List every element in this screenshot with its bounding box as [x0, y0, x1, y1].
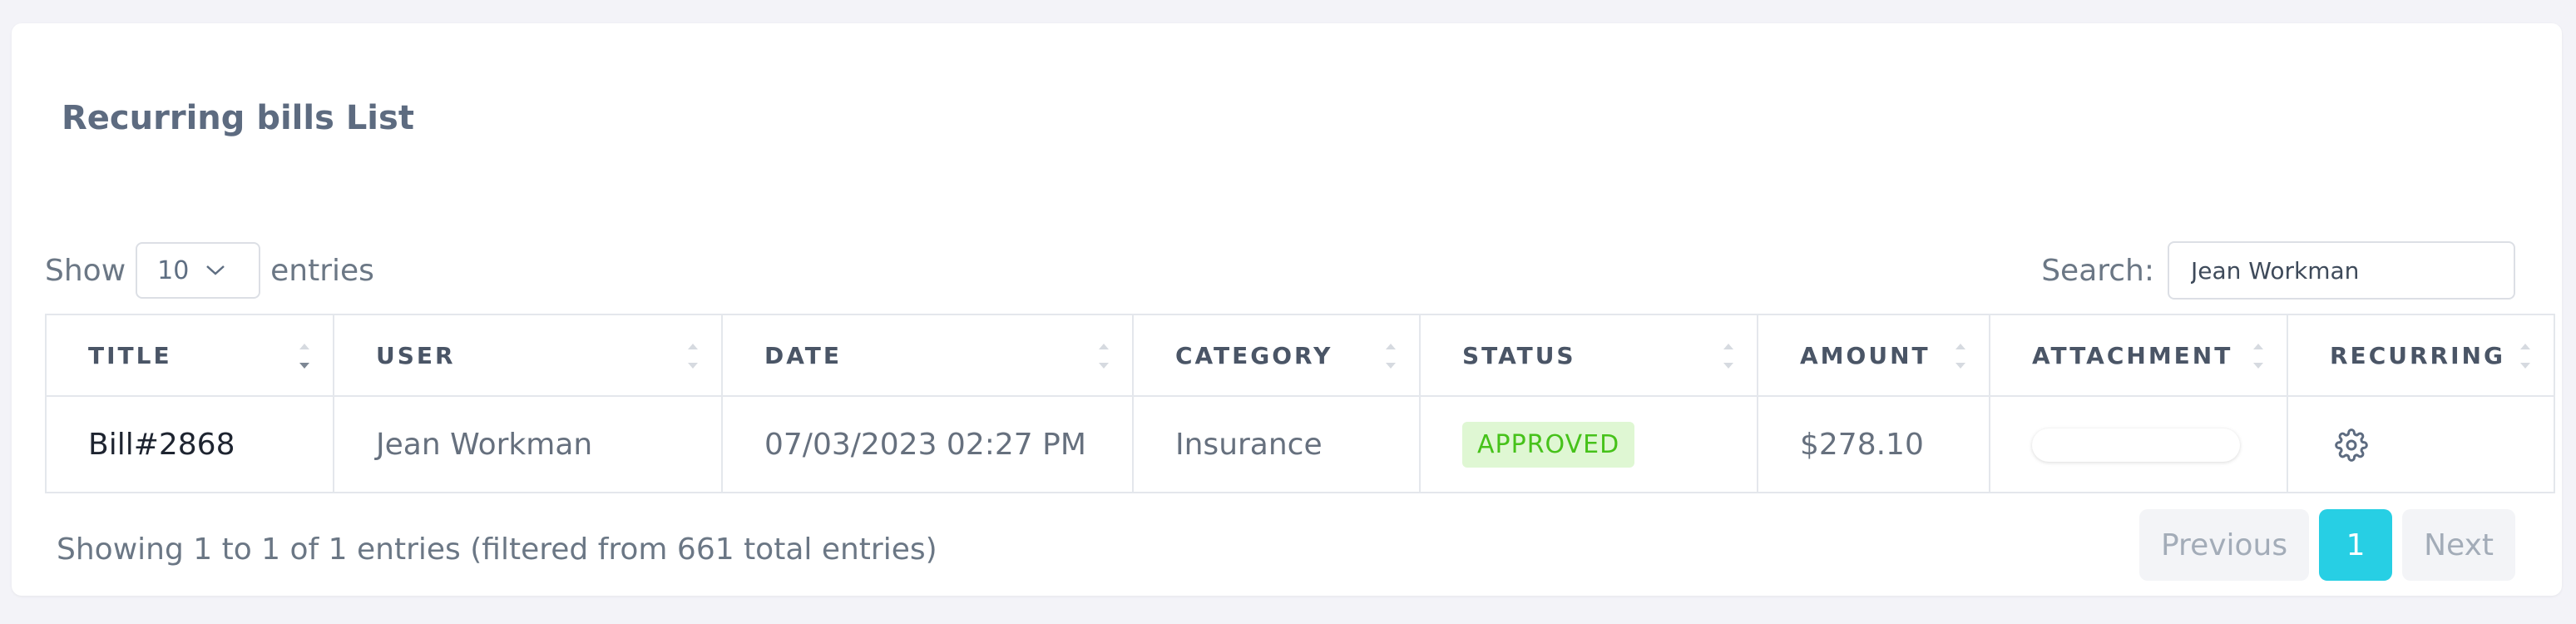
status-badge: APPROVED [1462, 421, 1635, 468]
sort-icon [1955, 344, 1965, 369]
cell-title: Bill#2868 [45, 395, 334, 493]
search-label: Search: [2041, 253, 2154, 288]
column-header-title[interactable]: TITLE [45, 314, 334, 397]
column-header-category[interactable]: CATEGORY [1132, 314, 1421, 397]
column-header-recurring[interactable]: RECURRING [2287, 314, 2555, 397]
entries-label: entries [270, 253, 374, 288]
cell-user: Jean Workman [333, 395, 723, 493]
cell-attachment [1989, 395, 2288, 493]
previous-button[interactable]: Previous [2138, 509, 2310, 581]
sort-icon [1099, 344, 1109, 369]
sort-icon [299, 344, 309, 369]
sort-icon [2520, 344, 2530, 369]
sort-icon [1723, 344, 1733, 369]
attachment-bar[interactable] [2032, 428, 2240, 462]
cell-recurring [2287, 395, 2555, 493]
page-length-control: Show 10 entries [45, 241, 374, 300]
column-header-amount[interactable]: AMOUNT [1757, 314, 1990, 397]
table-header-row: TITLE USER DATE CATEGORY STATUS AMOUNT A… [45, 314, 2555, 397]
column-header-date[interactable]: DATE [721, 314, 1134, 397]
show-label: Show [45, 253, 126, 288]
sort-icon [1386, 344, 1396, 369]
page-length-select[interactable]: 10 [136, 242, 261, 299]
sort-icon [688, 344, 698, 369]
cell-status: APPROVED [1419, 395, 1758, 493]
table-row: Bill#2868 Jean Workman 07/03/2023 02:27 … [45, 395, 2555, 493]
column-header-user[interactable]: USER [333, 314, 723, 397]
search-control: Search: [2041, 241, 2515, 300]
page-title: Recurring bills List [62, 99, 414, 137]
chevron-down-icon [205, 264, 225, 277]
bills-table: TITLE USER DATE CATEGORY STATUS AMOUNT A… [45, 314, 2555, 493]
page-1-button[interactable]: 1 [2319, 509, 2393, 581]
cell-date: 07/03/2023 02:27 PM [721, 395, 1134, 493]
table-info: Showing 1 to 1 of 1 entries (filtered fr… [57, 532, 937, 567]
pagination: Previous 1 Next [2138, 509, 2515, 581]
sort-icon [2253, 344, 2263, 369]
recurring-bills-card: Recurring bills List Show 10 entries Sea… [12, 23, 2562, 596]
cell-category: Insurance [1132, 395, 1421, 493]
column-header-attachment[interactable]: ATTACHMENT [1989, 314, 2288, 397]
next-button[interactable]: Next [2402, 509, 2515, 581]
cell-amount: $278.10 [1757, 395, 1990, 493]
page-length-value: 10 [157, 255, 190, 285]
search-input[interactable] [2168, 241, 2515, 300]
gear-icon[interactable] [2335, 428, 2368, 462]
column-header-status[interactable]: STATUS [1419, 314, 1758, 397]
